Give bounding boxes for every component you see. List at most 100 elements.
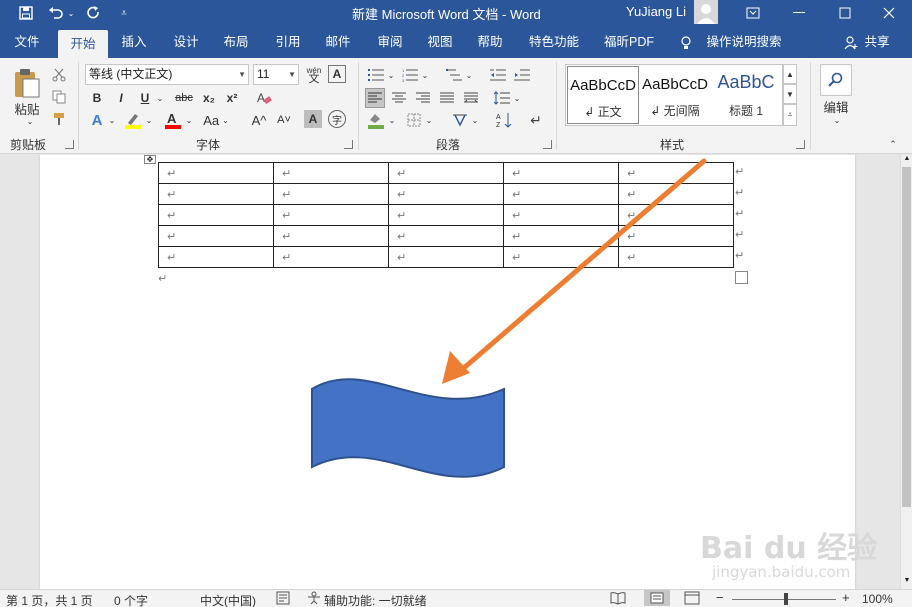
style-no-spacing[interactable]: AaBbCcD ↲ 无间隔	[639, 66, 711, 124]
web-layout-icon[interactable]	[684, 591, 700, 607]
show-marks-icon[interactable]: ↵	[526, 110, 546, 130]
bullets-icon[interactable]	[366, 66, 386, 84]
minimize-icon[interactable]	[776, 0, 822, 26]
line-spacing-icon[interactable]	[492, 88, 512, 108]
page-count[interactable]: 第 1 页，共 1 页	[6, 592, 93, 607]
chevron-down-icon[interactable]: ⌄	[832, 114, 842, 126]
strikethrough-button[interactable]: abc	[172, 89, 196, 107]
scroll-thumb[interactable]	[902, 167, 911, 507]
style-normal[interactable]: AaBbCcD ↲ 正文	[567, 66, 639, 124]
font-size-field[interactable]: 11 ▼	[253, 64, 299, 85]
share-button[interactable]: 共享	[862, 26, 892, 58]
asian-layout-icon[interactable]	[450, 110, 470, 130]
align-left-icon[interactable]	[365, 88, 385, 108]
tab-insert[interactable]: 插入	[114, 26, 154, 58]
track-changes-icon[interactable]	[276, 591, 290, 607]
chevron-down-icon[interactable]: ⌄	[155, 89, 165, 107]
decrease-indent-icon[interactable]	[488, 66, 508, 84]
tab-foxit-pdf[interactable]: 福昕PDF	[598, 26, 660, 58]
table-cell[interactable]: ↵	[158, 225, 274, 247]
tab-mailings[interactable]: 邮件	[318, 26, 358, 58]
table-cell[interactable]: ↵	[158, 183, 274, 205]
tab-layout[interactable]: 布局	[216, 26, 256, 58]
zoom-slider-thumb[interactable]	[784, 593, 788, 605]
redo-icon[interactable]	[84, 3, 104, 23]
table-move-handle-icon[interactable]: ✥	[144, 155, 156, 164]
chevron-down-icon[interactable]: ⌄	[386, 66, 396, 84]
chevron-down-icon[interactable]: ⌄	[387, 112, 397, 128]
tab-view[interactable]: 视图	[420, 26, 460, 58]
lightbulb-icon[interactable]	[676, 26, 696, 58]
paragraph-launcher-icon[interactable]	[543, 140, 552, 149]
grow-font-button[interactable]: A^	[249, 110, 269, 130]
styles-launcher-icon[interactable]	[796, 140, 805, 149]
ribbon-display-options-icon[interactable]	[730, 0, 776, 26]
scroll-down-icon[interactable]: ▼	[903, 577, 911, 587]
table-resize-handle[interactable]	[735, 271, 748, 284]
avatar[interactable]	[694, 0, 718, 24]
highlight-color-icon[interactable]	[122, 110, 144, 130]
vertical-scrollbar[interactable]: ▲ ▼	[900, 155, 912, 589]
print-layout-icon[interactable]	[644, 590, 670, 606]
clipboard-launcher-icon[interactable]	[65, 140, 74, 149]
clear-formatting-icon[interactable]: A	[253, 89, 275, 107]
undo-dropdown-icon[interactable]: ⌄	[66, 3, 76, 23]
tab-home[interactable]: 开始	[58, 30, 108, 58]
table-cell[interactable]: ↵	[273, 246, 389, 268]
tab-review[interactable]: 审阅	[370, 26, 410, 58]
distributed-icon[interactable]	[461, 88, 481, 108]
table-cell[interactable]: ↵	[158, 162, 274, 184]
zoom-in-icon[interactable]: +	[842, 590, 850, 605]
chevron-down-icon[interactable]: ⌄	[420, 66, 430, 84]
tab-design[interactable]: 设计	[166, 26, 206, 58]
styles-scroll-down-icon[interactable]: ▼	[783, 84, 797, 104]
chevron-down-icon[interactable]: ⌄	[107, 112, 117, 128]
tell-me-search[interactable]: 操作说明搜索	[704, 26, 784, 58]
document-page[interactable]: ✥ ↵ ↵ ↵ ↵ ↵ ↵ ↵ ↵ ↵ ↵ ↵ ↵ ↵ ↵ ↵ ↵ ↵ ↵ ↵ ↵ ↵ ↵ ↵ ↵ ↵ ↵ ↵ ↵ ↵ ↵ ↵ …	[40, 155, 877, 589]
undo-icon[interactable]	[46, 3, 66, 23]
accessibility-status[interactable]: 辅助功能: 一切就绪	[324, 592, 427, 607]
accessibility-icon[interactable]	[306, 591, 322, 607]
chevron-down-icon[interactable]: ⌄	[470, 112, 480, 128]
chevron-down-icon[interactable]: ⌄	[464, 66, 474, 84]
chevron-down-icon[interactable]: ⌄	[144, 112, 154, 128]
chevron-down-icon[interactable]: ⌄	[424, 112, 434, 128]
word-count[interactable]: 0 个字	[114, 592, 148, 607]
read-mode-icon[interactable]	[610, 591, 626, 607]
increase-indent-icon[interactable]	[512, 66, 532, 84]
styles-scroll-up-icon[interactable]: ▲	[783, 64, 797, 84]
font-name-field[interactable]: 等线 (中文正文) ▼	[85, 64, 249, 85]
font-color-icon[interactable]: A	[162, 110, 184, 130]
enclose-characters-button[interactable]: 字	[328, 110, 346, 128]
scroll-up-icon[interactable]: ▲	[903, 155, 911, 165]
align-center-icon[interactable]	[389, 88, 409, 108]
character-border-button[interactable]: A	[328, 65, 346, 83]
tab-references[interactable]: 引用	[268, 26, 308, 58]
copy-icon[interactable]	[50, 88, 68, 106]
table-cell[interactable]: ↵	[158, 204, 274, 226]
close-icon[interactable]	[866, 0, 912, 26]
font-launcher-icon[interactable]	[344, 140, 353, 149]
share-user-icon[interactable]	[842, 26, 860, 58]
save-icon[interactable]	[16, 3, 36, 23]
character-shading-button[interactable]: A	[304, 110, 322, 128]
table-cell[interactable]: ↵	[273, 183, 389, 205]
paste-button[interactable]: 粘贴	[8, 100, 46, 117]
superscript-button[interactable]: x²	[222, 89, 242, 107]
table-cell[interactable]: ↵	[273, 204, 389, 226]
paste-dropdown-icon[interactable]: ⌄	[24, 116, 36, 126]
paste-icon[interactable]	[10, 66, 44, 100]
table-cell[interactable]: ↵	[273, 162, 389, 184]
cut-icon[interactable]	[50, 66, 68, 84]
table-cell[interactable]: ↵	[273, 225, 389, 247]
format-painter-icon[interactable]	[50, 110, 68, 128]
search-icon[interactable]	[820, 64, 852, 96]
customize-qat-icon[interactable]: ⩡	[114, 3, 134, 23]
text-effects-button[interactable]: A	[86, 110, 108, 130]
sort-icon[interactable]: AZ	[494, 110, 514, 130]
language-status[interactable]: 中文(中国)	[200, 592, 256, 607]
shading-icon[interactable]	[365, 110, 387, 130]
numbering-icon[interactable]: 123	[400, 66, 420, 84]
bold-button[interactable]: B	[87, 89, 107, 107]
zoom-out-icon[interactable]: −	[716, 590, 724, 605]
